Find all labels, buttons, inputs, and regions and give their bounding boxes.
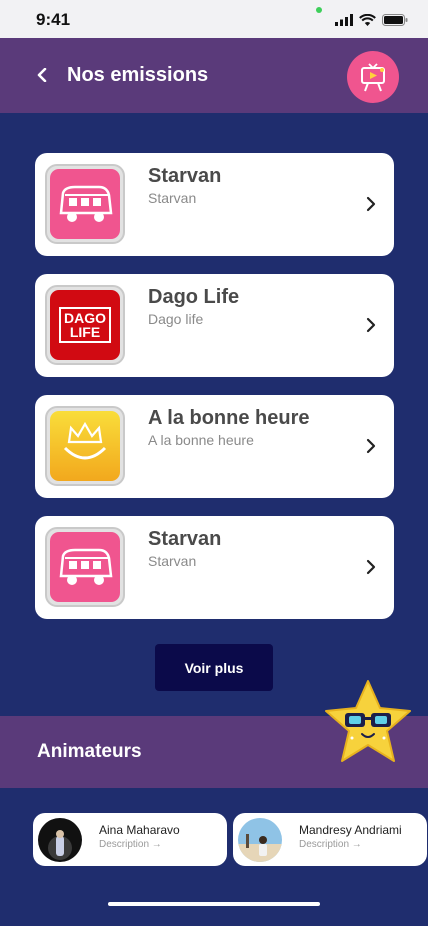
avatar xyxy=(238,818,282,862)
chevron-right-icon xyxy=(366,317,376,333)
show-title: Dago Life xyxy=(148,286,240,308)
battery-icon xyxy=(382,14,408,26)
chevron-right-icon xyxy=(366,559,376,575)
show-card[interactable]: Starvan Starvan xyxy=(35,516,394,619)
section-title: Animateurs xyxy=(37,741,142,762)
show-subtitle: Dago life xyxy=(148,311,204,327)
chevron-left-icon xyxy=(37,68,47,82)
back-button[interactable] xyxy=(28,60,56,90)
host-card[interactable]: Aina Maharavo Description → xyxy=(33,813,227,866)
show-subtitle: A la bonne heure xyxy=(148,432,254,448)
van-logo-icon xyxy=(50,532,120,602)
show-thumbnail xyxy=(45,164,125,244)
chevron-right-icon xyxy=(366,196,376,212)
status-time: 9:41 xyxy=(36,10,71,29)
signal-icon xyxy=(335,14,353,26)
host-name: Aina Maharavo xyxy=(99,823,180,837)
crown-smile-logo-icon xyxy=(50,411,120,481)
show-subtitle: Starvan xyxy=(148,190,197,206)
tv-logo-icon[interactable] xyxy=(347,51,399,103)
show-thumbnail: DAGO LIFE xyxy=(45,285,125,365)
show-subtitle: Starvan xyxy=(148,553,197,569)
avatar xyxy=(38,818,82,862)
show-title: A la bonne heure xyxy=(148,407,310,429)
show-card[interactable]: DAGO LIFE Dago Life Dago life xyxy=(35,274,394,377)
page-title: Nos emissions xyxy=(67,64,209,86)
show-thumbnail xyxy=(45,527,125,607)
show-card[interactable]: A la bonne heure A la bonne heure xyxy=(35,395,394,498)
logo-text-dago: DAGO xyxy=(64,310,106,326)
show-card[interactable]: Starvan Starvan xyxy=(35,153,394,256)
dago-life-logo-icon: DAGO LIFE xyxy=(50,290,120,360)
chevron-right-icon xyxy=(366,438,376,454)
show-title: Starvan xyxy=(148,165,222,187)
header: Nos emissions xyxy=(0,38,428,113)
host-name: Mandresy Andriami xyxy=(299,823,402,837)
logo-text-life: LIFE xyxy=(69,324,101,340)
voir-plus-button[interactable]: Voir plus xyxy=(155,644,273,691)
show-thumbnail xyxy=(45,406,125,486)
home-indicator[interactable] xyxy=(108,902,320,906)
wifi-icon xyxy=(359,14,376,26)
host-description-link[interactable]: Description → xyxy=(99,839,162,850)
star-mascot-icon xyxy=(325,680,411,762)
status-bar: 9:41 xyxy=(0,0,428,38)
privacy-indicator-dot xyxy=(316,7,322,13)
host-card[interactable]: Mandresy Andriami Description → xyxy=(233,813,427,866)
van-logo-icon xyxy=(50,169,120,239)
host-description-link[interactable]: Description → xyxy=(299,839,362,850)
status-icons xyxy=(335,14,408,26)
show-title: Starvan xyxy=(148,528,222,550)
